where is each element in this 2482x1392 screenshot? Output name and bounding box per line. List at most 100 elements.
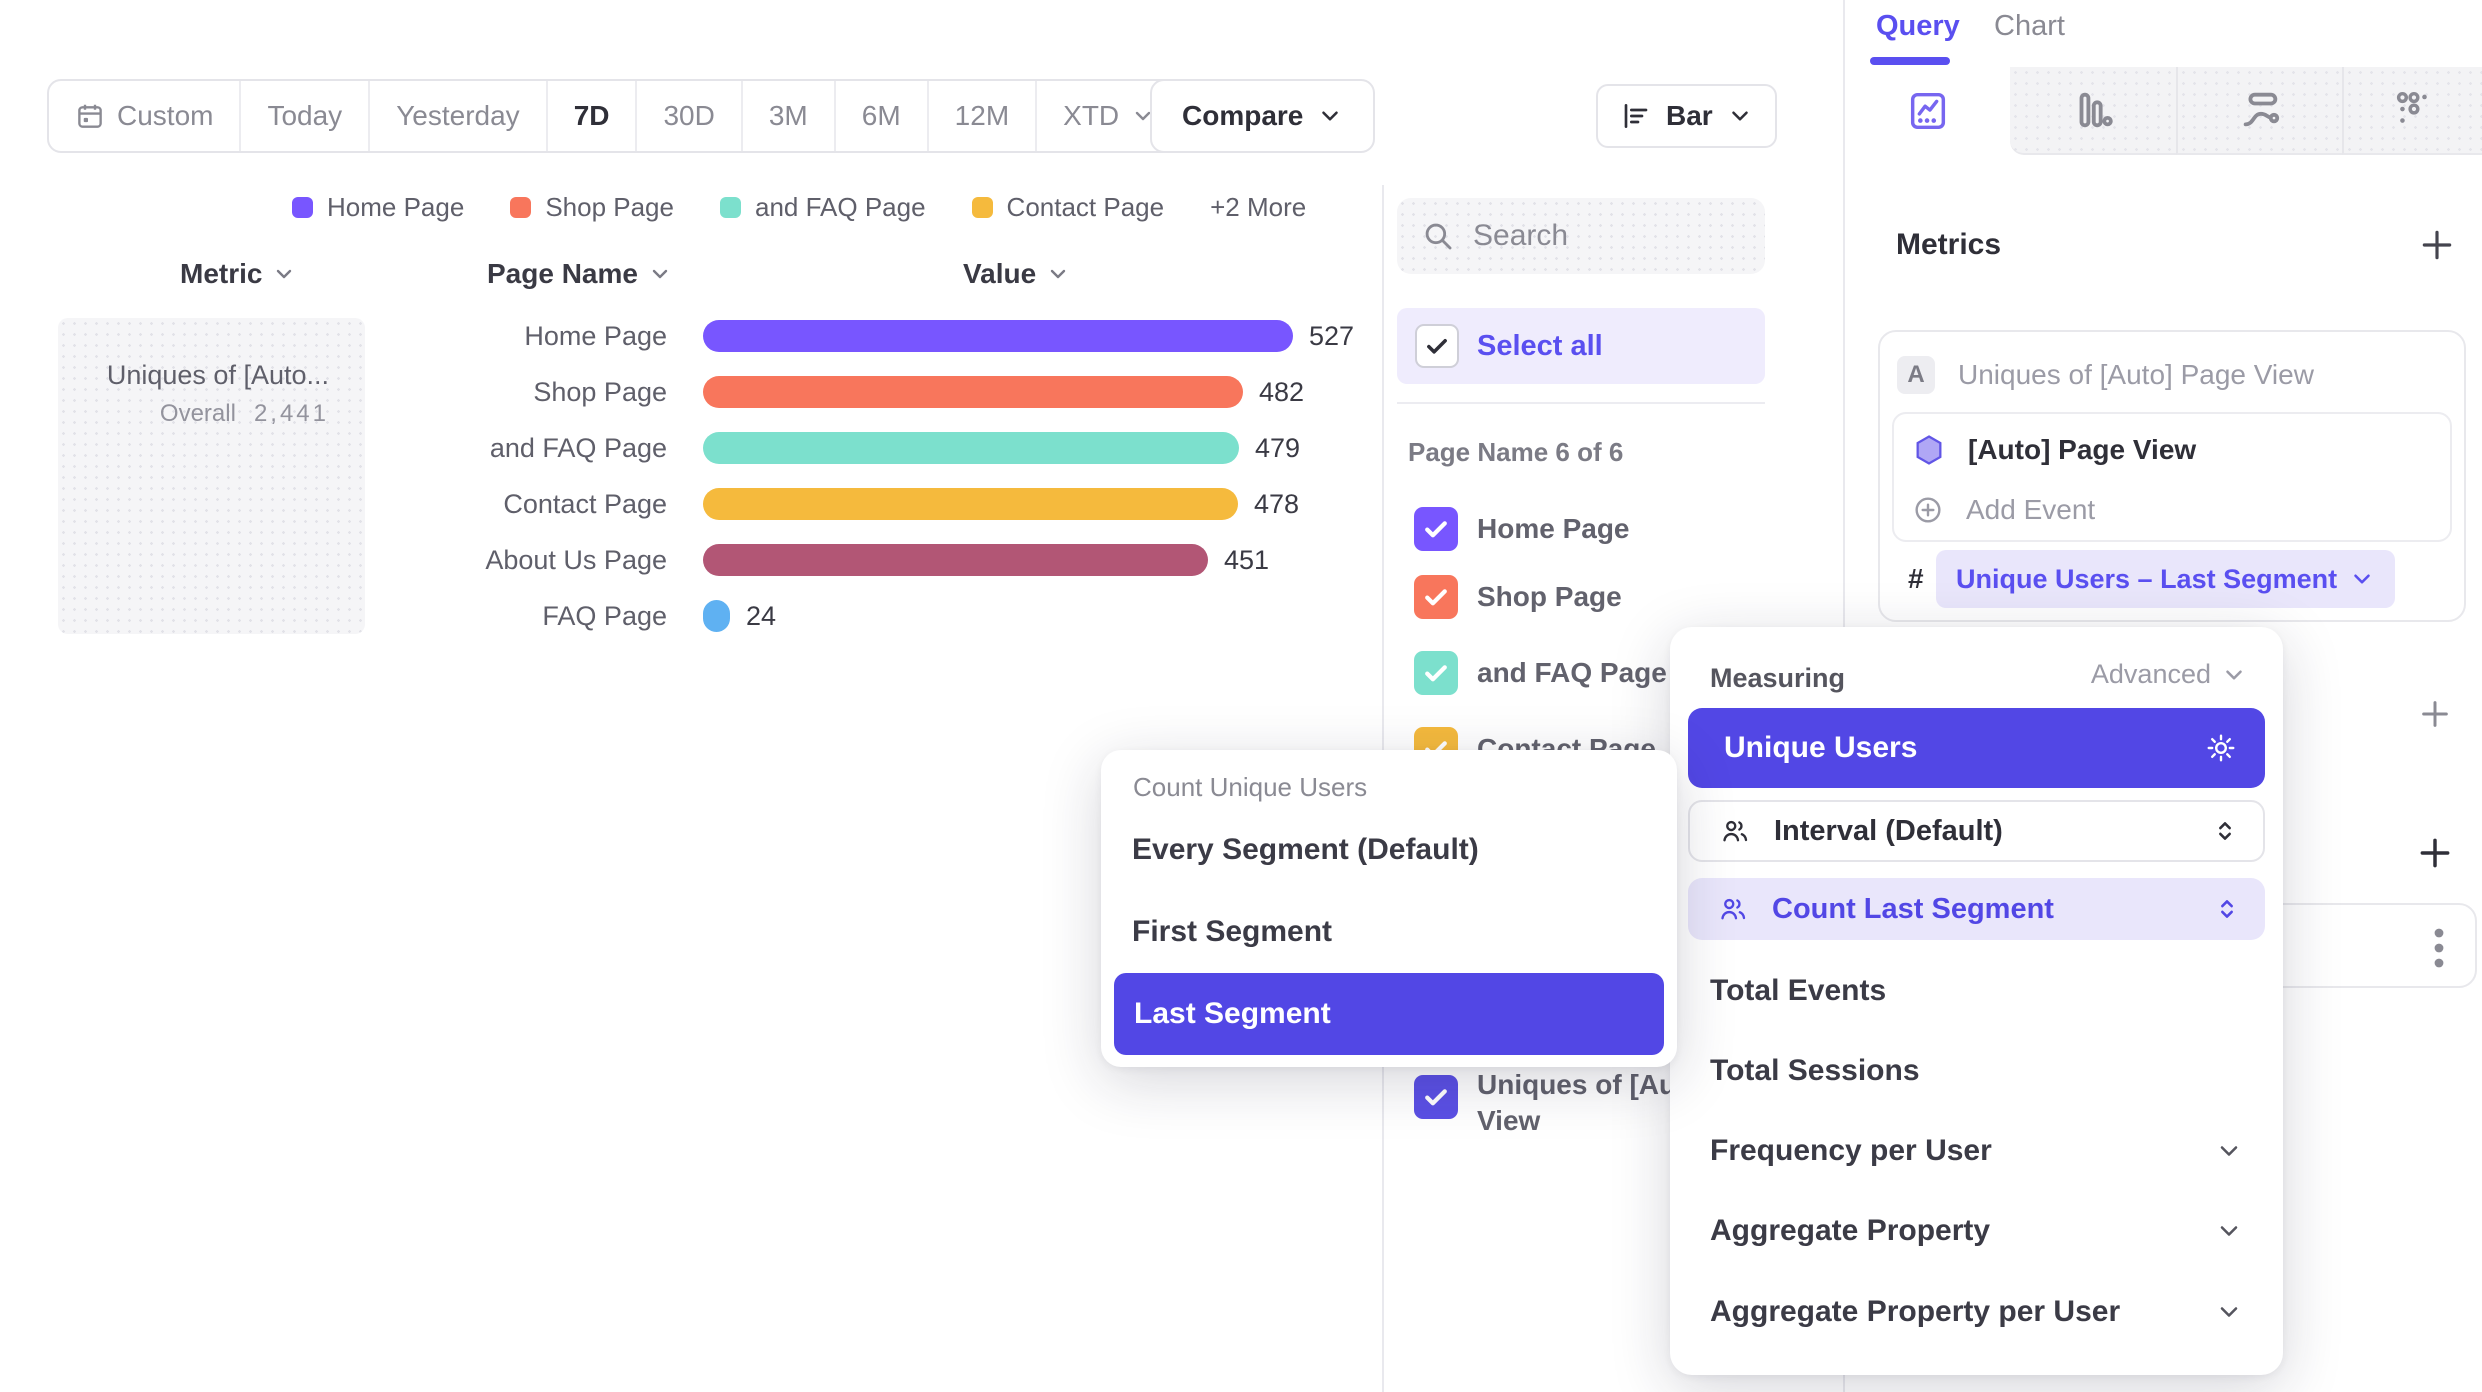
metric-letter-badge: A: [1897, 356, 1935, 394]
value-bar[interactable]: [703, 600, 730, 632]
more-options-button[interactable]: [2433, 925, 2445, 971]
legend-item[interactable]: Shop Page: [510, 192, 674, 223]
select-all-checkbox[interactable]: [1415, 324, 1459, 368]
add-metric-button[interactable]: [2418, 226, 2456, 264]
plus-icon: [2418, 226, 2456, 264]
horizontal-bar-chart-icon: [1620, 100, 1652, 132]
row-value: 527: [1309, 308, 1354, 364]
chart-legend: Home Page Shop Page and FAQ Page Contact…: [292, 192, 1306, 223]
count-mode-selector[interactable]: Count Last Segment: [1688, 878, 2265, 940]
metric-card-title: Uniques of [Auto] Page View: [1958, 356, 2314, 394]
chevron-down-icon: [2215, 1137, 2243, 1165]
add-filter-button[interactable]: [2418, 697, 2452, 731]
column-header-metric[interactable]: Metric: [180, 258, 296, 290]
event-row[interactable]: [Auto] Page View: [1912, 428, 2196, 472]
date-range-6m[interactable]: 6M: [834, 81, 927, 151]
menu-item-total-events[interactable]: Total Events: [1670, 956, 2283, 1026]
add-breakdown-button[interactable]: [2416, 834, 2454, 872]
interval-selector[interactable]: Interval (Default): [1688, 800, 2265, 862]
plus-icon: [2418, 697, 2452, 731]
chevron-down-icon: [2221, 662, 2247, 688]
kebab-menu-icon: [2433, 925, 2445, 971]
menu-header: Count Unique Users: [1133, 772, 1367, 803]
calendar-icon: [75, 101, 105, 131]
column-header-value[interactable]: Value: [963, 258, 1070, 290]
menu-item-last-segment-selected[interactable]: Last Segment: [1114, 973, 1664, 1055]
check-icon: [1421, 582, 1451, 612]
row-value: 482: [1259, 364, 1304, 420]
value-bar[interactable]: [703, 432, 1239, 464]
tab-funnel-chart[interactable]: [2010, 67, 2176, 155]
chevron-down-icon: [648, 262, 672, 286]
table-row: Home Page 527: [0, 308, 1380, 364]
checkbox[interactable]: [1414, 1075, 1458, 1119]
date-range-yesterday[interactable]: Yesterday: [368, 81, 546, 151]
menu-item-every-segment[interactable]: Every Segment (Default): [1101, 820, 1677, 880]
filter-item-shop-page[interactable]: Shop Page: [1397, 575, 1765, 619]
legend-item[interactable]: and FAQ Page: [720, 192, 926, 223]
row-value: 479: [1255, 420, 1300, 476]
value-bar[interactable]: [703, 320, 1293, 352]
compare-button[interactable]: Compare: [1150, 79, 1375, 153]
stepper-icon: [2213, 895, 2241, 923]
chevron-down-icon: [2349, 566, 2375, 592]
gear-icon[interactable]: [2205, 732, 2237, 764]
chevron-down-icon: [2215, 1298, 2243, 1326]
advanced-dropdown[interactable]: Advanced: [2091, 659, 2247, 690]
stepper-icon: [2211, 817, 2239, 845]
checkbox[interactable]: [1414, 651, 1458, 695]
flows-icon: [2237, 87, 2283, 133]
aggregation-dropdown[interactable]: Unique Users – Last Segment: [1936, 550, 2395, 608]
add-event-row[interactable]: Add Event: [1912, 488, 2095, 532]
count-unique-users-menu: Count Unique Users Every Segment (Defaul…: [1101, 750, 1677, 1067]
table-row: and FAQ Page 479: [0, 420, 1380, 476]
legend-item[interactable]: Home Page: [292, 192, 464, 223]
menu-item-aggregate-property-per-user[interactable]: Aggregate Property per User: [1670, 1277, 2283, 1347]
menu-item-unique-users-selected[interactable]: Unique Users: [1688, 708, 2265, 788]
tab-retention-chart[interactable]: [2342, 67, 2482, 155]
legend-item[interactable]: Contact Page: [972, 192, 1165, 223]
menu-item-first-segment[interactable]: First Segment: [1101, 902, 1677, 962]
chart-type-dropdown[interactable]: Bar: [1596, 84, 1777, 148]
retention-dots-icon: [2390, 87, 2436, 133]
search-input[interactable]: [1473, 198, 1743, 274]
search-box: [1397, 198, 1765, 274]
menu-item-frequency-per-user[interactable]: Frequency per User: [1670, 1116, 2283, 1186]
checkbox[interactable]: [1414, 575, 1458, 619]
table-row: Contact Page 478: [0, 476, 1380, 532]
column-header-page-name[interactable]: Page Name: [487, 258, 672, 290]
legend-more[interactable]: +2 More: [1210, 192, 1306, 223]
chevron-down-icon: [1317, 103, 1343, 129]
tab-query[interactable]: Query: [1876, 10, 1960, 43]
date-range-label: Custom: [117, 100, 213, 132]
menu-item-aggregate-property[interactable]: Aggregate Property: [1670, 1196, 2283, 1266]
tab-chart[interactable]: Chart: [1994, 10, 2065, 43]
menu-item-total-sessions[interactable]: Total Sessions: [1670, 1036, 2283, 1106]
date-range-custom[interactable]: Custom: [49, 81, 239, 151]
check-icon: [1421, 1082, 1451, 1112]
date-range-today[interactable]: Today: [239, 81, 368, 151]
date-range-3m[interactable]: 3M: [741, 81, 834, 151]
hexagon-event-icon: [1912, 433, 1946, 467]
row-page-name: Shop Page: [390, 364, 667, 420]
filter-group-label: Page Name 6 of 6: [1408, 437, 1623, 468]
check-icon: [1423, 332, 1451, 360]
filter-item-home-page[interactable]: Home Page: [1397, 507, 1765, 551]
chevron-down-icon: [2215, 1217, 2243, 1245]
date-range-12m[interactable]: 12M: [927, 81, 1035, 151]
search-icon: [1421, 219, 1455, 253]
row-page-name: FAQ Page: [390, 588, 667, 644]
date-range-30d[interactable]: 30D: [635, 81, 740, 151]
value-bar[interactable]: [703, 376, 1243, 408]
legend-swatch: [292, 197, 313, 218]
value-bar[interactable]: [703, 488, 1238, 520]
numeric-type-indicator: #: [1908, 550, 1924, 608]
value-bar[interactable]: [703, 544, 1208, 576]
check-icon: [1421, 514, 1451, 544]
tab-insights-chart[interactable]: [1845, 67, 2010, 155]
tab-flows-chart[interactable]: [2176, 67, 2342, 155]
date-range-7d[interactable]: 7D: [546, 81, 636, 151]
checkbox[interactable]: [1414, 507, 1458, 551]
select-all-row[interactable]: Select all: [1397, 308, 1765, 384]
table-row: Shop Page 482: [0, 364, 1380, 420]
